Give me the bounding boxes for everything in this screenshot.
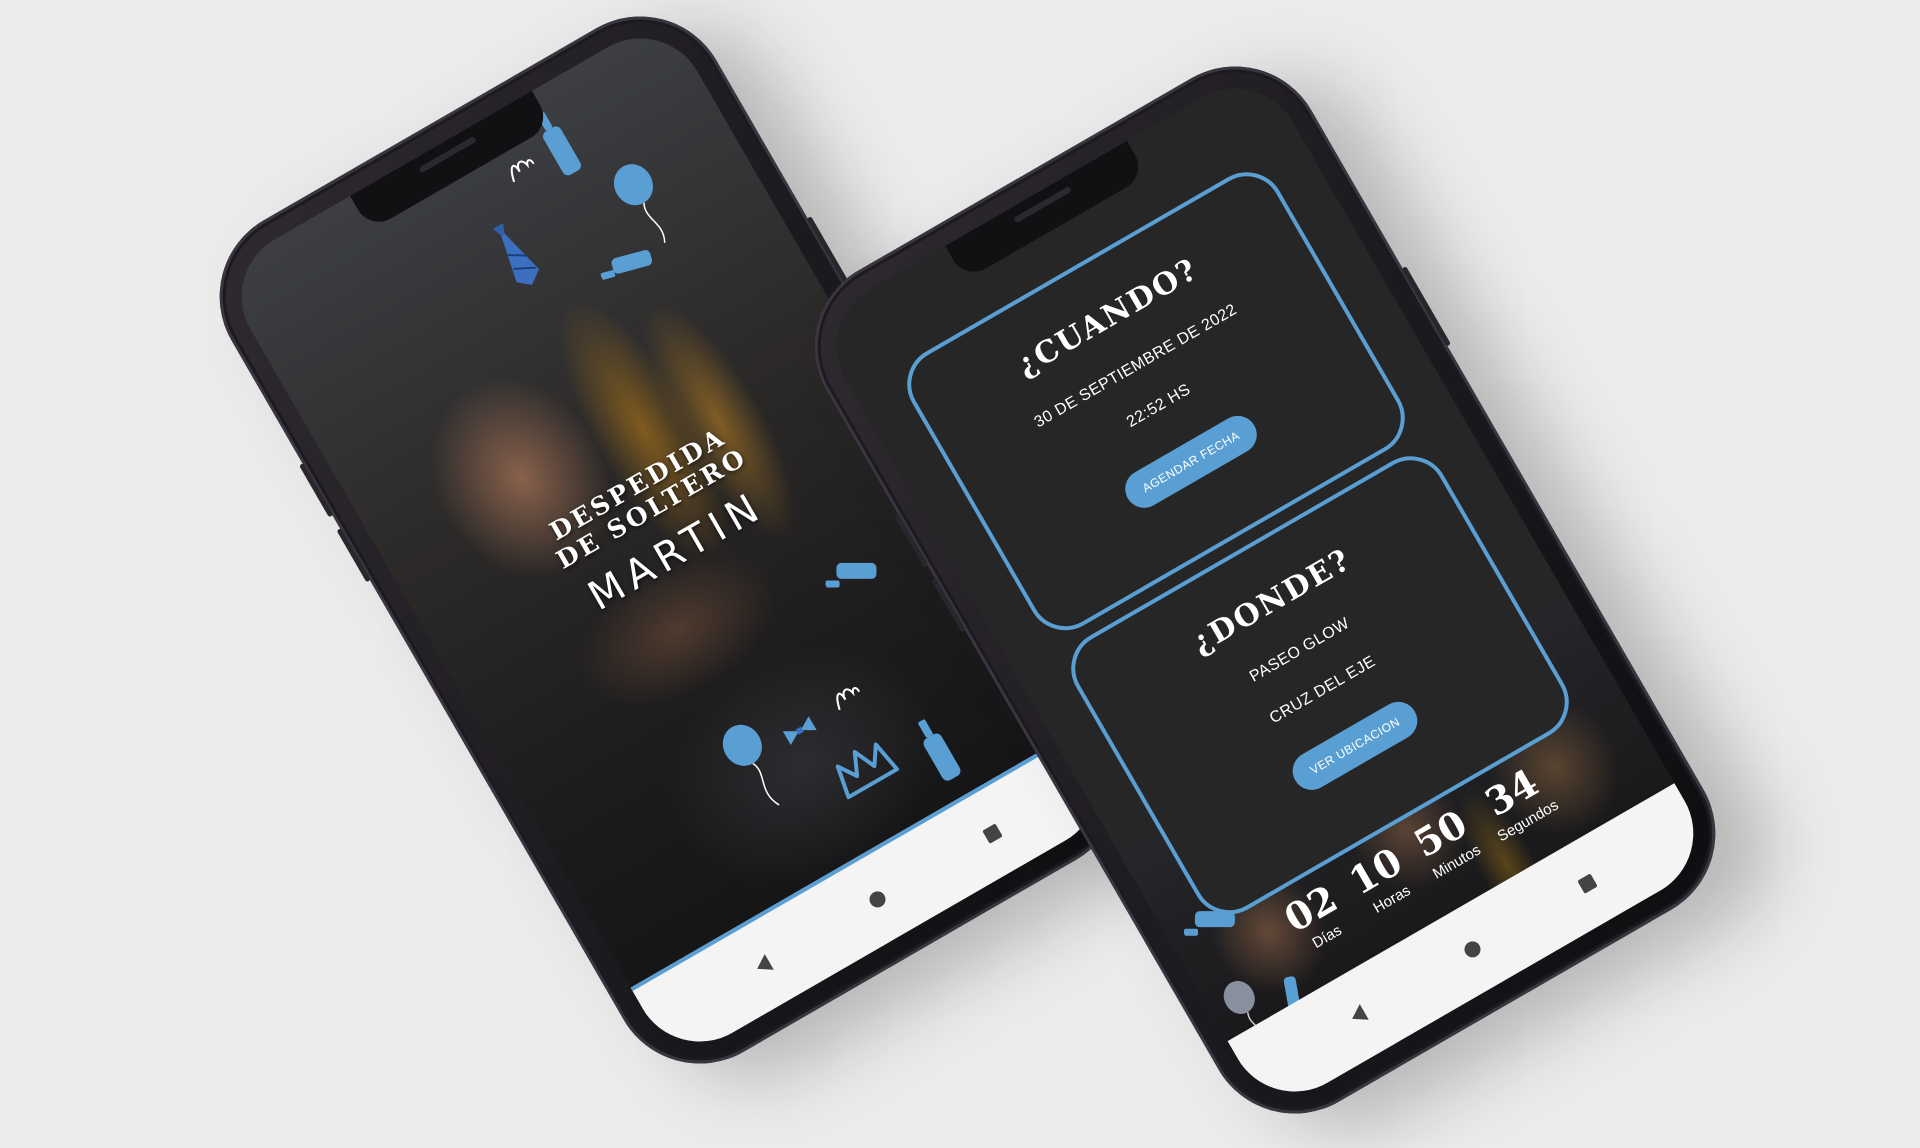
home-circle-icon[interactable] [866,888,888,911]
back-triangle-icon[interactable] [752,954,774,977]
view-location-button[interactable]: VER UBICACION [1286,695,1424,797]
back-triangle-icon[interactable] [1347,1004,1369,1027]
home-circle-icon[interactable] [1461,938,1483,961]
recent-square-icon[interactable] [981,823,1003,844]
recent-square-icon[interactable] [1576,873,1598,894]
